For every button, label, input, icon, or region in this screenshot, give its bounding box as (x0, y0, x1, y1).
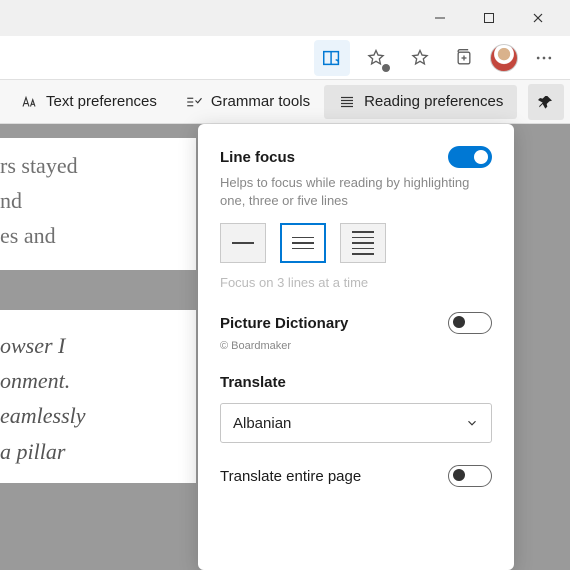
line-focus-option-1[interactable] (220, 223, 266, 263)
picture-dict-copyright: © Boardmaker (220, 340, 492, 352)
line-focus-note: Focus on 3 lines at a time (220, 275, 492, 290)
line-icon (232, 242, 254, 244)
picture-dict-toggle[interactable] (448, 312, 492, 334)
line-focus-options (220, 223, 492, 263)
line-icon (292, 237, 314, 239)
favorites-icon[interactable] (402, 40, 438, 76)
bg-text: a pillar (0, 434, 190, 469)
background-text-block: rs stayed nd es and (0, 138, 196, 270)
line-focus-option-5[interactable] (340, 223, 386, 263)
immersive-reader-icon[interactable] (314, 40, 350, 76)
bg-text: onment. (0, 363, 190, 398)
line-icon (292, 242, 314, 244)
pin-button[interactable] (528, 84, 564, 120)
reader-tabs: Text preferences Grammar tools Reading p… (0, 80, 570, 124)
window-titlebar (0, 0, 570, 36)
translate-section: Translate Albanian (220, 374, 492, 443)
add-badge-icon (382, 64, 390, 72)
line-icon (352, 237, 374, 239)
tab-grammar-tools[interactable]: Grammar tools (171, 85, 324, 119)
bg-text: eamlessly (0, 398, 190, 433)
line-focus-title: Line focus (220, 149, 295, 166)
line-icon (352, 242, 374, 244)
translate-page-section: Translate entire page (220, 465, 492, 487)
picture-dictionary-section: Picture Dictionary © Boardmaker (220, 312, 492, 352)
chevron-down-icon (465, 416, 479, 430)
browser-toolbar (0, 36, 570, 80)
bg-text: rs stayed (0, 148, 186, 183)
bg-text: owser I (0, 328, 190, 363)
reading-preferences-panel: Line focus Helps to focus while reading … (198, 124, 514, 570)
translate-selected-value: Albanian (233, 415, 291, 432)
line-icon (352, 231, 374, 233)
reading-icon (338, 93, 356, 111)
translate-page-title: Translate entire page (220, 468, 361, 485)
translate-page-toggle[interactable] (448, 465, 492, 487)
pin-icon (538, 94, 554, 110)
line-focus-row: Line focus (220, 146, 492, 168)
tab-text-preferences[interactable]: Text preferences (6, 85, 171, 119)
picture-dict-title: Picture Dictionary (220, 315, 348, 332)
tab-label: Grammar tools (211, 93, 310, 110)
tab-label: Reading preferences (364, 93, 503, 110)
translate-language-select[interactable]: Albanian (220, 403, 492, 443)
profile-avatar[interactable] (490, 44, 518, 72)
line-focus-toggle[interactable] (448, 146, 492, 168)
text-icon (20, 93, 38, 111)
line-focus-option-3[interactable] (280, 223, 326, 263)
background-quote-block: owser I onment. eamlessly a pillar (0, 310, 196, 483)
tab-reading-preferences[interactable]: Reading preferences (324, 85, 517, 119)
minimize-button[interactable] (417, 3, 462, 33)
more-menu-icon[interactable] (526, 40, 562, 76)
line-icon (352, 253, 374, 255)
line-focus-help: Helps to focus while reading by highligh… (220, 174, 492, 209)
collections-icon[interactable] (446, 40, 482, 76)
bg-text: nd (0, 183, 186, 218)
grammar-icon (185, 93, 203, 111)
close-button[interactable] (515, 3, 560, 33)
line-icon (292, 248, 314, 250)
bg-text: es and (0, 218, 186, 253)
maximize-button[interactable] (466, 3, 511, 33)
line-icon (352, 248, 374, 250)
tab-label: Text preferences (46, 93, 157, 110)
favorites-add-icon[interactable] (358, 40, 394, 76)
translate-title: Translate (220, 374, 492, 391)
